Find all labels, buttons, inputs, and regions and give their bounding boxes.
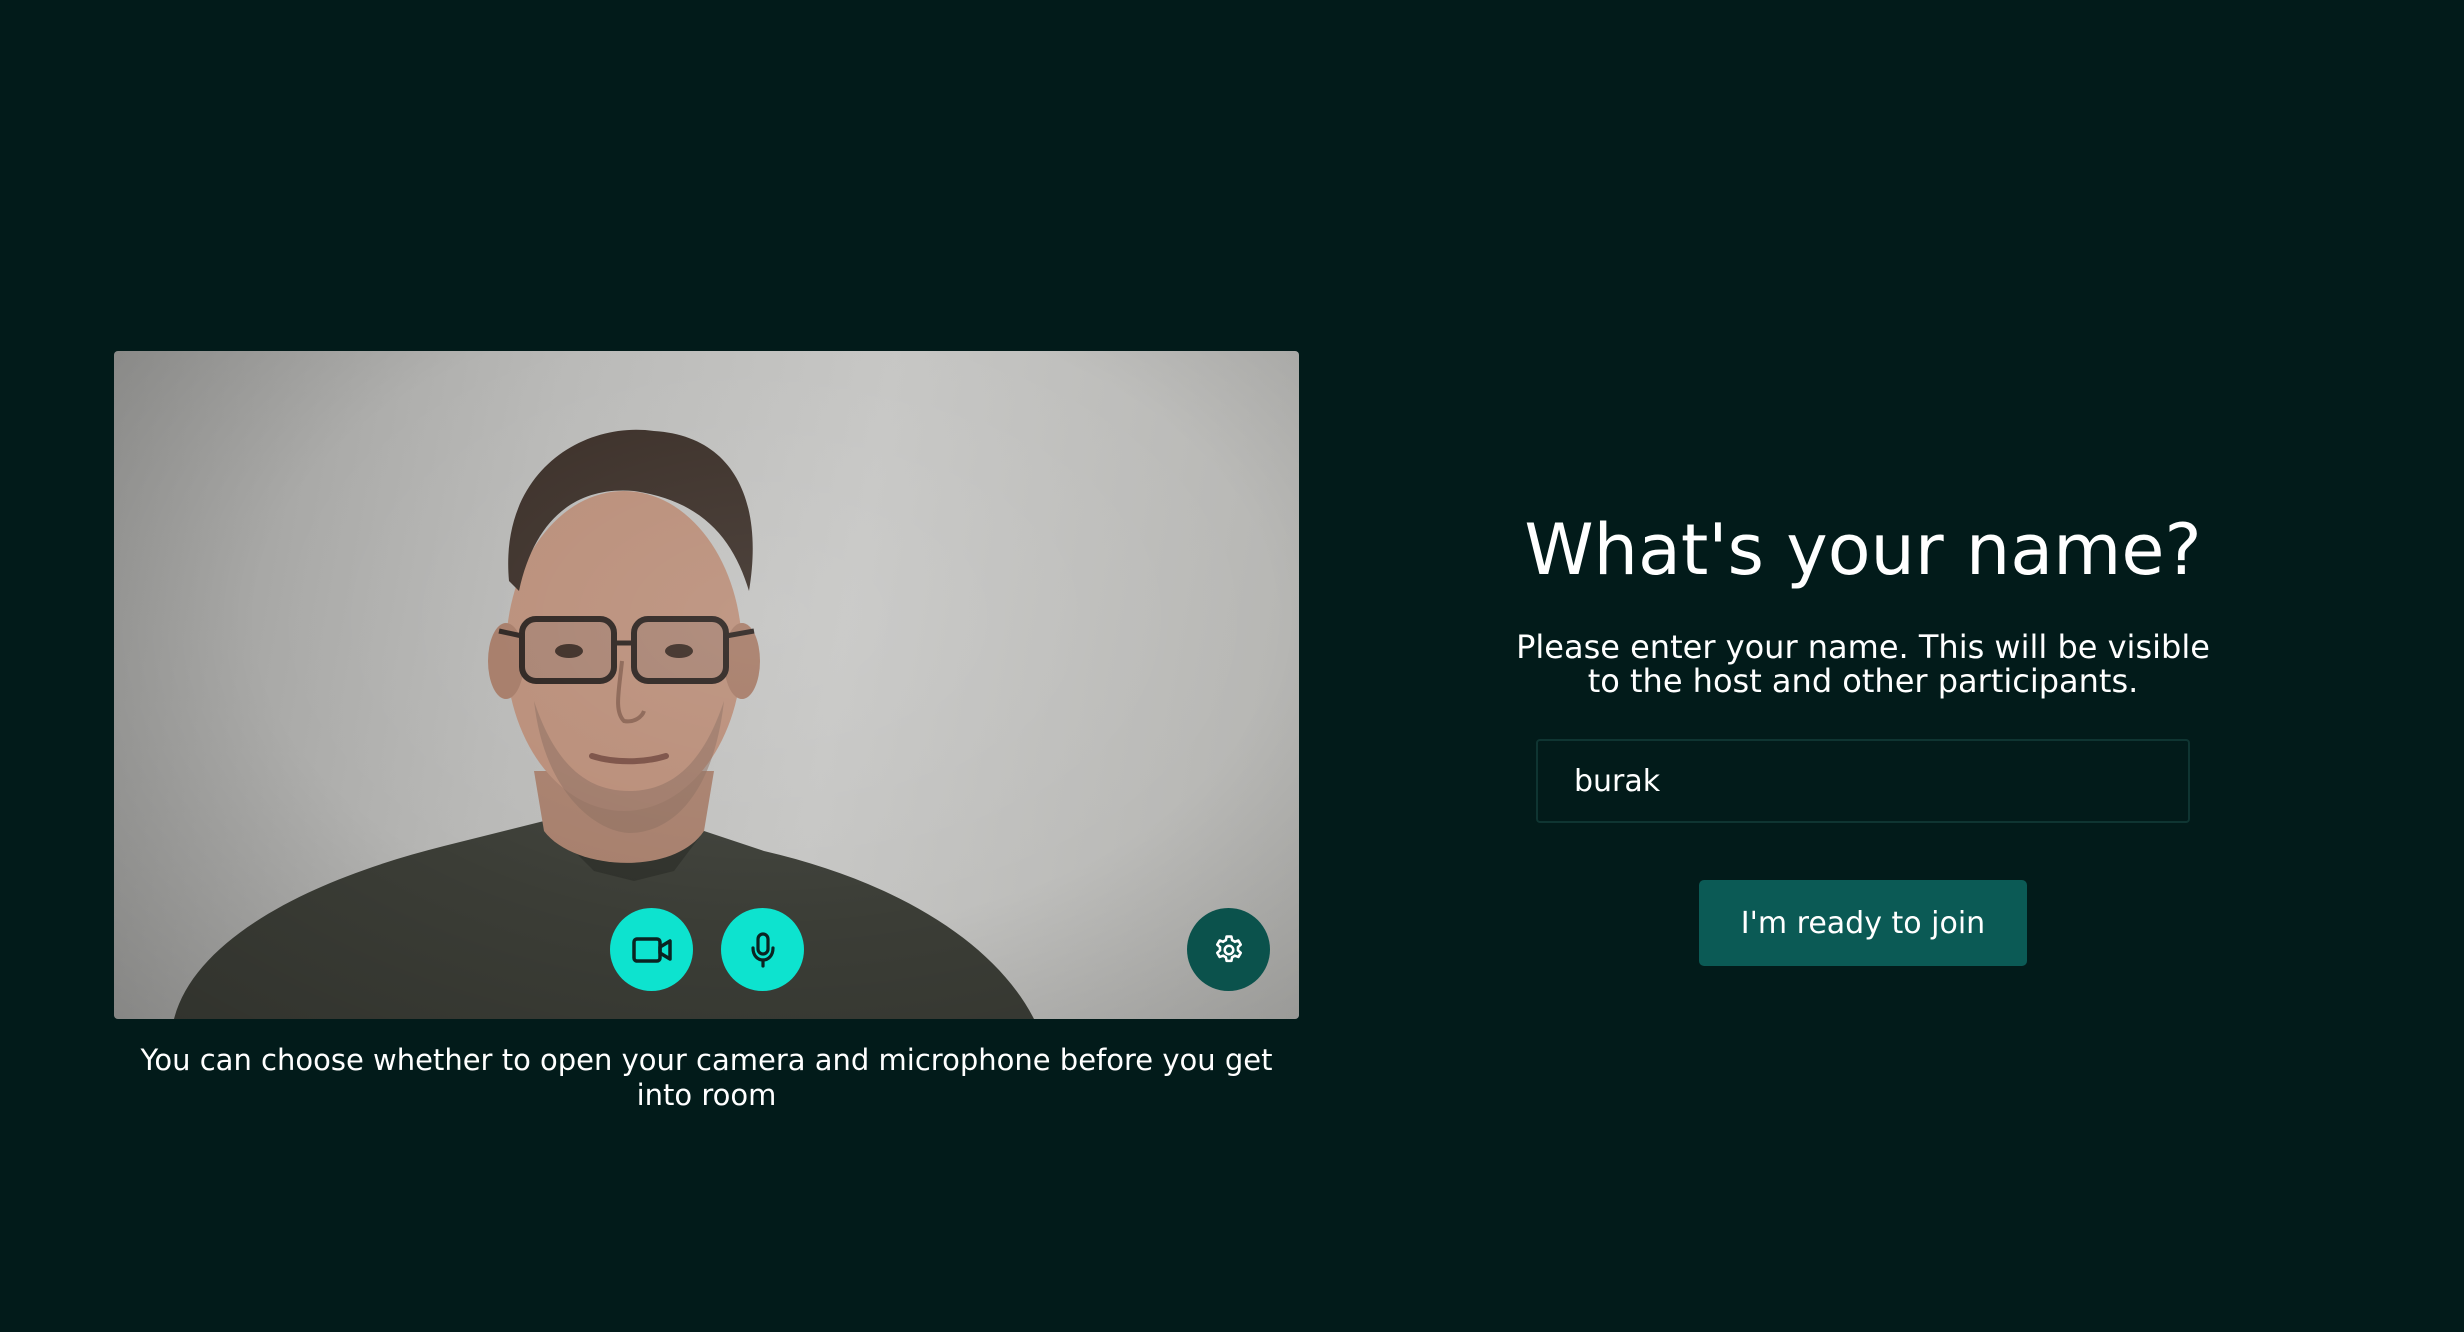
name-input[interactable] <box>1536 739 2190 823</box>
preview-caption: You can choose whether to open your came… <box>140 1043 1273 1112</box>
join-button[interactable]: I'm ready to join <box>1699 880 2027 966</box>
camera-preview <box>114 351 1299 1019</box>
microphone-toggle-button[interactable] <box>721 908 804 991</box>
device-settings-button[interactable] <box>1187 908 1270 991</box>
gear-icon <box>1215 934 1242 962</box>
preview-overlay <box>114 351 1299 1019</box>
pre-join-page: You can choose whether to open your came… <box>0 0 2464 1332</box>
camera-toggle-button[interactable] <box>610 908 693 991</box>
name-instructions: Please enter your name. This will be vis… <box>1516 628 2210 700</box>
page-title: What's your name? <box>1524 509 2202 591</box>
name-form: What's your name? Please enter your name… <box>1494 490 2232 966</box>
microphone-icon <box>750 931 775 968</box>
video-camera-icon <box>631 936 672 963</box>
